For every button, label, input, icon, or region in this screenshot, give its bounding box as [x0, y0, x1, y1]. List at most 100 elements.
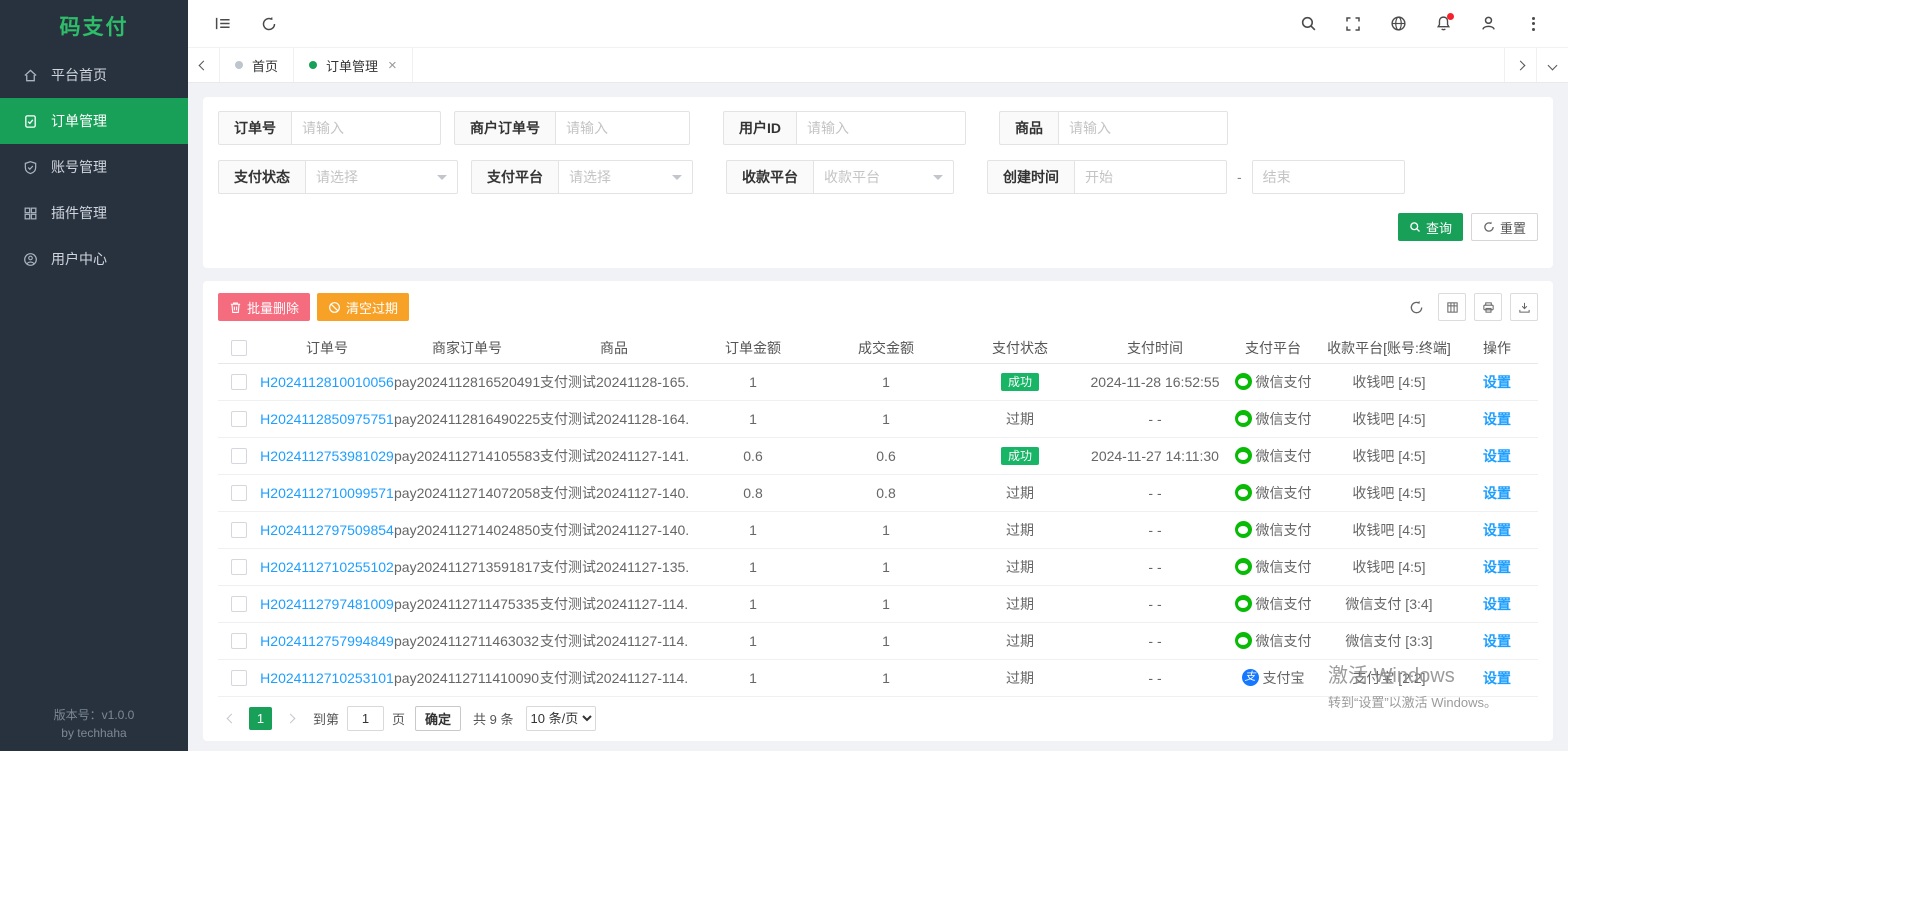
sidebar-collapse-icon[interactable] [206, 7, 240, 41]
row-settings-link[interactable]: 设置 [1483, 670, 1511, 686]
platform-icon [1235, 632, 1252, 649]
batch-delete-button[interactable]: 批量删除 [218, 293, 310, 321]
sidebar-item-platform-home[interactable]: 平台首页 [0, 52, 188, 98]
merchant-no-cell: pay2024112816520491... [394, 363, 540, 400]
row-settings-link[interactable]: 设置 [1483, 596, 1511, 612]
order-no-link[interactable]: H2024112850975751 [260, 411, 394, 427]
refresh-icon[interactable] [252, 7, 286, 41]
platform-name: 微信支付 [1256, 631, 1312, 651]
order-amount-cell: 0.8 [688, 474, 818, 511]
platform-icon [1242, 669, 1259, 686]
clear-expired-button[interactable]: 清空过期 [317, 293, 409, 321]
export-button[interactable] [1510, 293, 1538, 321]
row-checkbox[interactable] [231, 633, 247, 649]
row-checkbox[interactable] [231, 374, 247, 390]
user-id-input[interactable] [796, 111, 966, 145]
order-no-link[interactable]: H2024112710099571 [260, 485, 394, 501]
paid-amount-cell: 1 [818, 363, 954, 400]
order-no-link[interactable]: H2024112753981029 [260, 448, 394, 464]
order-no-input[interactable] [291, 111, 441, 145]
row-checkbox[interactable] [231, 411, 247, 427]
version-author: by techhaha [0, 724, 188, 743]
fullscreen-icon[interactable] [1336, 7, 1370, 41]
order-no-link[interactable]: H2024112810010056 [260, 374, 394, 390]
print-button[interactable] [1474, 293, 1502, 321]
order-no-link[interactable]: H2024112710253101 [260, 670, 394, 686]
order-amount-cell: 1 [688, 548, 818, 585]
order-no-link[interactable]: H2024112757994849 [260, 633, 394, 649]
pay-status-select[interactable]: 请选择 [305, 160, 458, 194]
tab-home[interactable]: 首页 [220, 48, 294, 82]
next-page-button[interactable] [277, 706, 303, 732]
platform-cell: 微信支付 [1235, 594, 1312, 614]
row-settings-link[interactable]: 设置 [1483, 633, 1511, 649]
table-row: H2024112850975751 pay2024112816490225...… [218, 400, 1538, 437]
row-settings-link[interactable]: 设置 [1483, 411, 1511, 427]
row-checkbox[interactable] [231, 522, 247, 538]
start-date-input[interactable] [1074, 160, 1227, 194]
row-settings-link[interactable]: 设置 [1483, 448, 1511, 464]
order-amount-cell: 1 [688, 363, 818, 400]
search-icon[interactable] [1291, 7, 1325, 41]
prev-page-button[interactable] [218, 706, 244, 732]
date-range-separator: - [1237, 169, 1242, 185]
col-pay-platform: 支付平台 [1224, 333, 1322, 363]
filter-pay-status: 支付状态 请选择 [218, 160, 458, 194]
reset-button[interactable]: 重置 [1471, 213, 1538, 241]
platform-name: 微信支付 [1256, 372, 1312, 392]
tabs-dropdown-button[interactable] [1536, 48, 1568, 82]
sidebar-item-account-management[interactable]: 账号管理 [0, 144, 188, 190]
product-input[interactable] [1058, 111, 1228, 145]
merchant-no-input[interactable] [555, 111, 690, 145]
end-date-input[interactable] [1252, 160, 1405, 194]
more-options-icon[interactable] [1516, 7, 1550, 41]
row-checkbox[interactable] [231, 485, 247, 501]
notification-bell-icon[interactable] [1426, 7, 1460, 41]
product-cell: 支付测试20241127-114... [540, 585, 688, 622]
row-checkbox[interactable] [231, 596, 247, 612]
order-no-link[interactable]: H2024112710255102 [260, 559, 394, 575]
column-settings-button[interactable] [1438, 293, 1466, 321]
row-settings-link[interactable]: 设置 [1483, 485, 1511, 501]
paid-amount-cell: 1 [818, 585, 954, 622]
page-size-select[interactable]: 10 条/页 [526, 706, 596, 731]
status-badge: 过期 [1006, 670, 1034, 686]
pay-time-cell: 2024-11-27 14:11:30 [1086, 437, 1224, 474]
language-globe-icon[interactable] [1381, 7, 1415, 41]
query-button[interactable]: 查询 [1398, 213, 1463, 241]
select-all-checkbox[interactable] [231, 340, 247, 356]
row-settings-link[interactable]: 设置 [1483, 522, 1511, 538]
sidebar-item-plugin-management[interactable]: 插件管理 [0, 190, 188, 236]
row-settings-link[interactable]: 设置 [1483, 374, 1511, 390]
tabs-scroll-left-button[interactable] [188, 48, 220, 82]
sidebar-item-user-center[interactable]: 用户中心 [0, 236, 188, 282]
page-jump-input[interactable] [347, 706, 384, 731]
order-no-link[interactable]: H2024112797509854 [260, 522, 394, 538]
filter-merchant-no: 商户订单号 [454, 111, 690, 145]
row-settings-link[interactable]: 设置 [1483, 559, 1511, 575]
plugin-grid-icon [23, 206, 38, 221]
order-no-link[interactable]: H2024112797481009 [260, 596, 394, 612]
tab-order-management[interactable]: 订单管理 × [294, 48, 413, 82]
row-checkbox[interactable] [231, 559, 247, 575]
tabs-scroll-right-button[interactable] [1504, 48, 1536, 82]
user-profile-icon[interactable] [1471, 7, 1505, 41]
pay-time-cell: - - [1086, 400, 1224, 437]
home-icon [23, 68, 38, 83]
tab-close-icon[interactable]: × [388, 58, 397, 73]
product-cell: 支付测试20241127-141... [540, 437, 688, 474]
jump-suffix-label: 页 [392, 709, 405, 728]
sidebar-item-order-management[interactable]: 订单管理 [0, 98, 188, 144]
table-refresh-button[interactable] [1402, 293, 1430, 321]
page-number-current[interactable]: 1 [249, 707, 272, 730]
row-checkbox[interactable] [231, 448, 247, 464]
receive-platform-select[interactable]: 收款平台 [813, 160, 954, 194]
pay-time-cell: - - [1086, 474, 1224, 511]
row-checkbox[interactable] [231, 670, 247, 686]
sidebar-item-label: 账号管理 [51, 157, 107, 177]
pay-platform-select[interactable]: 请选择 [558, 160, 693, 194]
order-amount-cell: 1 [688, 659, 818, 696]
platform-icon [1235, 521, 1252, 538]
table-row: H2024112710099571 pay2024112714072058...… [218, 474, 1538, 511]
jump-confirm-button[interactable]: 确定 [415, 706, 461, 731]
